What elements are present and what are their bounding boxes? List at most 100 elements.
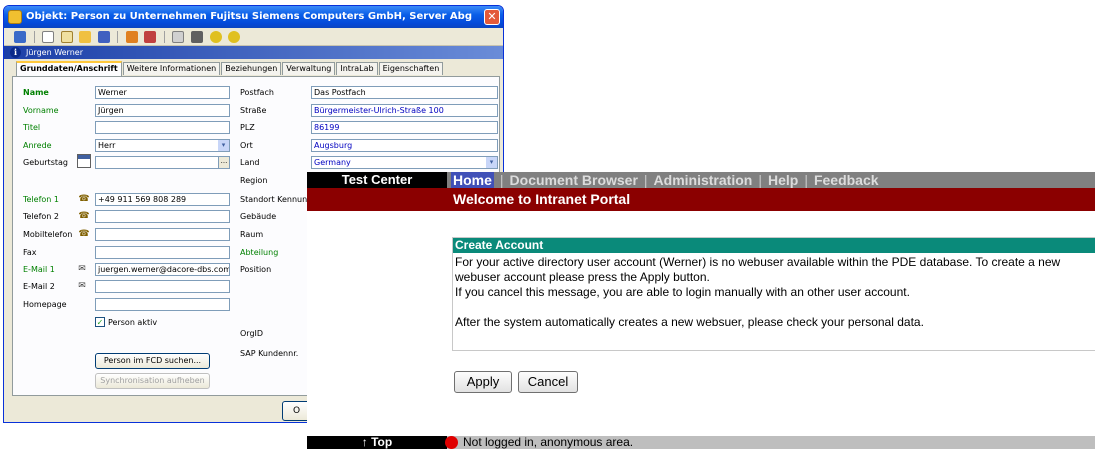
raum-label: Raum bbox=[240, 230, 264, 239]
email-icon[interactable]: ✉ bbox=[75, 263, 89, 275]
fax-field[interactable] bbox=[95, 246, 230, 259]
footer-bar: ↑ Top Not logged in, anonymous area. bbox=[307, 436, 1095, 449]
strasse-field[interactable]: Bürgermeister-Ulrich-Straße 100 bbox=[311, 104, 498, 117]
message-line: If you cancel this message, you are able… bbox=[455, 285, 910, 299]
email-icon[interactable]: ✉ bbox=[75, 280, 89, 292]
welcome-banner: Welcome to Intranet Portal bbox=[307, 188, 1095, 211]
email1-label: E-Mail 1 bbox=[23, 265, 55, 274]
list-icon[interactable] bbox=[172, 31, 185, 43]
nav-administration[interactable]: Administration bbox=[654, 172, 753, 188]
ort-field[interactable]: Augsburg bbox=[311, 139, 498, 152]
homepage-field[interactable] bbox=[95, 298, 230, 311]
land-select[interactable]: Germany ▾ bbox=[311, 156, 498, 169]
geburtstag-label: Geburtstag bbox=[23, 158, 68, 167]
mobiltelefon-field[interactable] bbox=[95, 228, 230, 241]
user-name-header: Jürgen Werner bbox=[26, 48, 83, 57]
email1-field[interactable]: juergen.werner@dacore-dbs.com bbox=[95, 263, 230, 276]
tab-eigenschaften[interactable]: Eigenschaften bbox=[378, 62, 444, 75]
tab-verwaltung[interactable]: Verwaltung bbox=[282, 62, 336, 75]
toolbar-separator bbox=[117, 31, 119, 43]
login-status: Not logged in, anonymous area. bbox=[463, 435, 634, 449]
mobiltelefon-label: Mobiltelefon bbox=[23, 230, 73, 239]
vorname-field[interactable]: Jürgen bbox=[95, 104, 230, 117]
toolbar-separator bbox=[163, 31, 165, 43]
anrede-label: Anrede bbox=[23, 141, 52, 150]
close-button[interactable]: ✕ bbox=[484, 9, 500, 25]
postfach-field[interactable]: Das Postfach bbox=[311, 86, 498, 99]
status-dot-icon bbox=[445, 436, 458, 449]
fax-label: Fax bbox=[23, 248, 37, 257]
dialog-tabs: Grunddaten/Anschrift Weitere Informatione… bbox=[16, 61, 444, 76]
save-icon[interactable] bbox=[97, 31, 110, 43]
telefon1-field[interactable]: +49 911 569 808 289 bbox=[95, 193, 230, 206]
position-label: Position bbox=[240, 265, 272, 274]
phone-icon[interactable]: ☎ bbox=[77, 193, 91, 205]
help-icon[interactable] bbox=[209, 31, 222, 43]
plz-field[interactable]: 86199 bbox=[311, 121, 498, 134]
back-icon[interactable] bbox=[14, 31, 26, 43]
email2-label: E-Mail 2 bbox=[23, 282, 55, 291]
cancel-button[interactable]: Cancel bbox=[518, 371, 578, 393]
print-icon[interactable] bbox=[191, 31, 204, 43]
date-picker-button[interactable]: ... bbox=[218, 157, 229, 168]
standort-label: Standort Kennung bbox=[240, 195, 313, 204]
anrede-select[interactable]: Herr ▾ bbox=[95, 139, 230, 152]
person-search-button[interactable]: Person im FCD suchen... bbox=[95, 353, 210, 369]
telefon2-label: Telefon 2 bbox=[23, 212, 60, 221]
phone-icon[interactable]: ☎ bbox=[77, 228, 91, 240]
chevron-down-icon[interactable]: ▾ bbox=[218, 140, 229, 151]
message-line: For your active directory user account (… bbox=[455, 255, 1061, 269]
nav-help[interactable]: Help bbox=[768, 172, 798, 188]
tab-grunddaten[interactable]: Grunddaten/Anschrift bbox=[16, 61, 122, 76]
nav-home[interactable]: Home bbox=[451, 172, 494, 188]
vorname-label: Vorname bbox=[23, 106, 59, 115]
name-field[interactable]: Werner bbox=[95, 86, 230, 99]
brand-title: Test Center bbox=[341, 172, 413, 187]
dialog-toolbar bbox=[4, 28, 503, 46]
user-header-bar: i Jürgen Werner bbox=[4, 46, 503, 59]
dialog-title-bar[interactable]: Objekt: Person zu Unternehmen Fujitsu Si… bbox=[4, 6, 503, 28]
homepage-label: Homepage bbox=[23, 300, 67, 309]
link-icon[interactable] bbox=[144, 31, 157, 43]
person-aktiv-label: Person aktiv bbox=[108, 318, 158, 327]
telefon2-field[interactable] bbox=[95, 210, 230, 223]
titel-field[interactable] bbox=[95, 121, 230, 134]
orgid-label: OrgID bbox=[240, 329, 264, 338]
chevron-down-icon[interactable]: ▾ bbox=[486, 157, 497, 168]
message-line: After the system automatically creates a… bbox=[455, 315, 924, 329]
sync-remove-button[interactable]: Synchronisation aufheben bbox=[95, 373, 210, 389]
land-label: Land bbox=[240, 158, 260, 167]
nav-document-browser[interactable]: Document Browser bbox=[510, 172, 638, 188]
dialog-title: Objekt: Person zu Unternehmen Fujitsu Si… bbox=[26, 11, 472, 22]
copy-icon[interactable] bbox=[60, 31, 73, 43]
titel-label: Titel bbox=[23, 123, 41, 132]
email2-field[interactable] bbox=[95, 280, 230, 293]
nav-feedback[interactable]: Feedback bbox=[814, 172, 879, 188]
nav-separator: | bbox=[804, 172, 808, 188]
region-label: Region bbox=[240, 176, 268, 185]
new-document-icon[interactable] bbox=[42, 31, 55, 43]
postfach-label: Postfach bbox=[240, 88, 274, 97]
welcome-title: Welcome to Intranet Portal bbox=[453, 191, 631, 207]
tab-beziehungen[interactable]: Beziehungen bbox=[221, 62, 282, 75]
calendar-icon[interactable] bbox=[77, 154, 91, 168]
tab-intralab[interactable]: IntraLab bbox=[336, 62, 378, 75]
phone-icon[interactable]: ☎ bbox=[77, 210, 91, 222]
create-account-box: Create Account For your active directory… bbox=[452, 237, 1095, 351]
open-folder-icon[interactable] bbox=[79, 31, 92, 43]
help-dropdown-icon[interactable] bbox=[228, 31, 241, 43]
sap-label: SAP Kundennr. bbox=[240, 349, 299, 358]
tab-weitere-informationen[interactable]: Weitere Informationen bbox=[122, 62, 221, 75]
person-aktiv-checkbox[interactable]: ✓ bbox=[95, 317, 105, 327]
geburtstag-field[interactable]: ... bbox=[95, 156, 230, 169]
strasse-label: Straße bbox=[240, 106, 267, 115]
nav-separator: | bbox=[499, 172, 504, 188]
intranet-portal: Test Center Home | Document Browser | Admini… bbox=[307, 172, 1095, 449]
info-icon: i bbox=[10, 47, 21, 58]
message-line: webuser account please press the Apply b… bbox=[455, 270, 710, 284]
back-to-top-link[interactable]: ↑ Top bbox=[307, 436, 447, 449]
apply-button[interactable]: Apply bbox=[454, 371, 512, 393]
name-label: Name bbox=[23, 88, 49, 97]
refresh-icon[interactable] bbox=[125, 31, 138, 43]
anrede-value: Herr bbox=[98, 141, 116, 150]
